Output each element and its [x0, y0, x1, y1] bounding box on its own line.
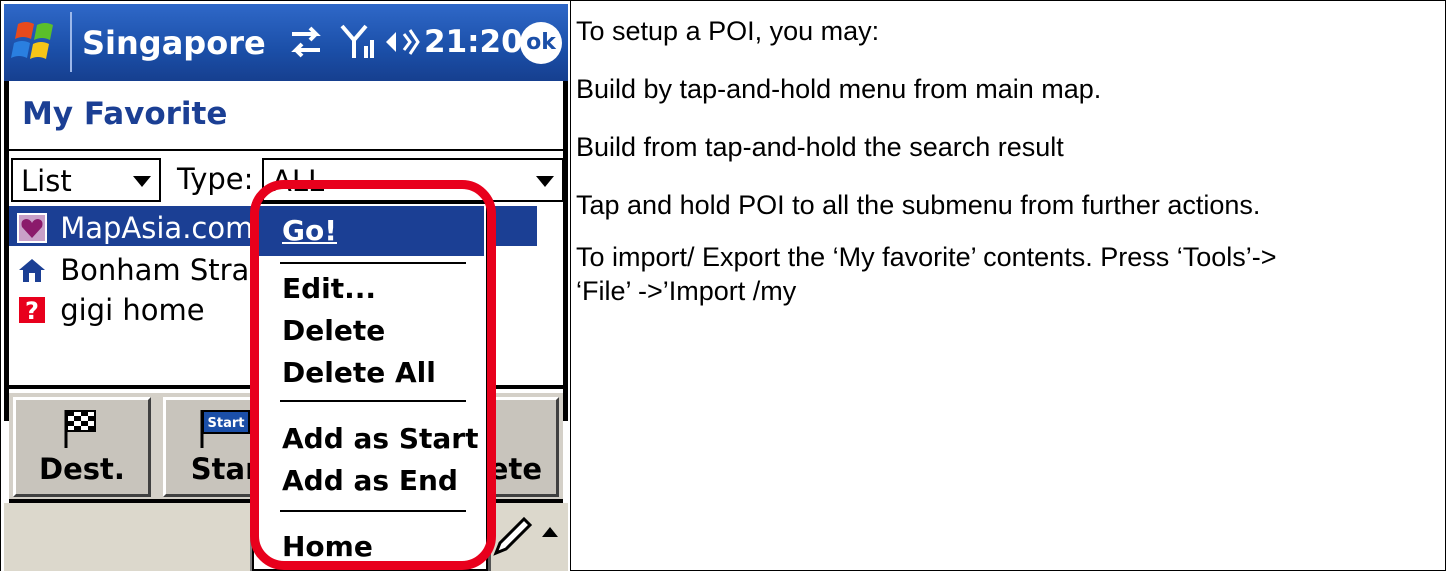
dest-button[interactable]: Dest.: [13, 397, 151, 497]
title-bar: Singapore 21:20 ok: [4, 4, 568, 81]
menu-item-delete[interactable]: Delete: [282, 314, 385, 347]
menu-separator: [280, 510, 466, 512]
table-border-top: [0, 0, 1446, 1]
type-select-value: ALL: [272, 164, 325, 198]
dest-button-label: Dest.: [39, 452, 125, 486]
table-border-middle: [570, 0, 571, 571]
description-line: Build by tap-and-hold menu from main map…: [576, 74, 1102, 104]
house-icon: [19, 259, 45, 282]
checkered-flag-icon: [64, 410, 96, 448]
chevron-down-icon: [536, 176, 554, 187]
description-line: To import/ Export the ‘My favorite’ cont…: [576, 242, 1277, 272]
question-icon: ?: [19, 297, 45, 325]
context-menu: Go! Edit... Delete Delete All Add as Sta…: [252, 202, 488, 571]
heading-divider: [9, 149, 563, 151]
description-line: Build from tap-and-hold the search resul…: [576, 132, 1064, 162]
ok-button[interactable]: ok: [520, 22, 562, 64]
description-line: ‘File’ ->’Import /my: [576, 276, 797, 306]
clock[interactable]: 21:20: [424, 24, 523, 60]
type-select[interactable]: ALL: [262, 158, 564, 202]
volume-icon[interactable]: [382, 20, 422, 64]
signal-icon[interactable]: [338, 20, 378, 64]
chevron-down-icon: [133, 176, 151, 187]
start-menu-icon[interactable]: [10, 16, 64, 68]
menu-item-delete-all[interactable]: Delete All: [282, 356, 436, 389]
menu-item-edit[interactable]: Edit...: [282, 272, 376, 305]
input-pen-icon[interactable]: [490, 513, 534, 557]
chevron-up-icon[interactable]: [542, 527, 558, 537]
window-title: Singapore: [82, 24, 266, 62]
table-border-left: [0, 0, 1, 571]
connectivity-icon[interactable]: [286, 20, 326, 64]
start-flag-text: Start: [208, 416, 245, 431]
title-divider: [70, 12, 72, 72]
menu-item-go[interactable]: Go!: [256, 206, 484, 256]
view-select[interactable]: List: [11, 158, 161, 202]
view-select-value: List: [21, 164, 72, 198]
svg-text:?: ?: [25, 297, 39, 325]
menu-separator: [280, 262, 466, 264]
start-flag-icon: Start: [200, 410, 250, 448]
menu-item-home[interactable]: Home: [282, 530, 373, 563]
menu-item-add-as-end[interactable]: Add as End: [282, 464, 458, 497]
menu-item-add-as-start[interactable]: Add as Start: [282, 422, 478, 455]
menu-separator: [280, 400, 466, 402]
page-title: My Favorite: [22, 96, 228, 132]
description-line: To setup a POI, you may:: [576, 16, 880, 46]
type-label: Type:: [177, 162, 254, 196]
description-line: Tap and hold POI to all the submenu from…: [576, 190, 1261, 220]
heart-icon: [17, 213, 47, 243]
